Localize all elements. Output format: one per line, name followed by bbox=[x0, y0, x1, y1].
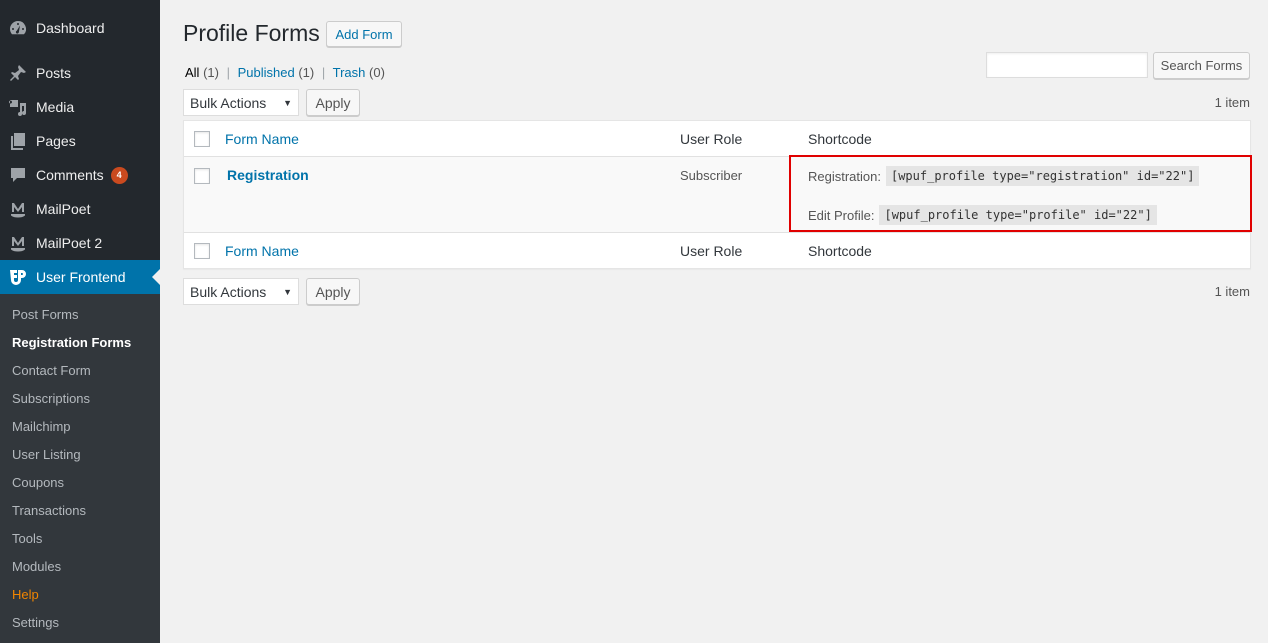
filter-trash-count: (0) bbox=[369, 65, 385, 80]
bulk-actions-select-bottom[interactable]: Bulk Actions ▼ bbox=[183, 278, 299, 305]
sidebar-item-label: MailPoet 2 bbox=[36, 235, 103, 251]
shortcode-code[interactable]: [wpuf_profile type="profile" id="22"] bbox=[879, 205, 1157, 225]
filter-all-count: (1) bbox=[203, 65, 219, 80]
sidebar-item-label: MailPoet bbox=[36, 201, 91, 217]
table-footer-row: Form Name User Role Shortcode bbox=[184, 233, 1250, 268]
submenu-contact-form[interactable]: Contact Form bbox=[12, 363, 91, 378]
row-checkbox[interactable] bbox=[194, 168, 210, 184]
dropdown-caret-icon: ▼ bbox=[283, 287, 292, 297]
items-count-bottom: 1 item bbox=[1214, 284, 1250, 299]
form-name-link[interactable]: Registration bbox=[227, 167, 309, 183]
select-all-checkbox[interactable] bbox=[194, 131, 210, 147]
pin-icon bbox=[0, 63, 36, 83]
add-form-button[interactable]: Add Form bbox=[326, 21, 402, 47]
search-forms-input[interactable] bbox=[986, 52, 1148, 78]
bulk-actions-value: Bulk Actions bbox=[190, 283, 267, 300]
bulk-actions-select-top[interactable]: Bulk Actions ▼ bbox=[183, 89, 299, 116]
filter-separator: | bbox=[226, 65, 230, 80]
shortcode-label: Edit Profile: bbox=[808, 207, 875, 223]
sidebar-item-media[interactable]: Media bbox=[0, 90, 160, 124]
submenu-help[interactable]: Help bbox=[12, 587, 39, 602]
main-content: Profile Forms Add Form All (1) | Publish… bbox=[160, 0, 1268, 643]
select-all-checkbox-bottom[interactable] bbox=[194, 243, 210, 259]
submenu-user-listing[interactable]: User Listing bbox=[12, 447, 81, 462]
sidebar-item-dashboard[interactable]: Dashboard bbox=[0, 11, 160, 45]
forms-table: Form Name User Role Shortcode Registrati… bbox=[183, 120, 1251, 269]
sidebar-item-mailpoet-2[interactable]: MailPoet 2 bbox=[0, 226, 160, 260]
table-row: Registration Subscriber Registration: [w… bbox=[184, 157, 1250, 233]
submenu-subscriptions[interactable]: Subscriptions bbox=[12, 391, 90, 406]
shortcode-edit-profile: Edit Profile: [wpuf_profile type="profil… bbox=[808, 205, 1157, 225]
sidebar-item-user-frontend[interactable]: User Frontend bbox=[0, 260, 160, 294]
submenu-registration-forms[interactable]: Registration Forms bbox=[12, 335, 131, 350]
shortcode-registration: Registration: [wpuf_profile type="regist… bbox=[808, 166, 1200, 186]
column-user-role: User Role bbox=[680, 243, 743, 259]
sidebar-item-label: Posts bbox=[36, 65, 72, 81]
sidebar-item-label: Dashboard bbox=[36, 20, 105, 36]
sidebar-item-label: Media bbox=[36, 99, 75, 115]
column-shortcode: Shortcode bbox=[808, 243, 872, 259]
comments-count-badge: 4 bbox=[110, 166, 128, 184]
shortcode-label: Registration: bbox=[808, 168, 881, 184]
filter-separator: | bbox=[321, 65, 326, 80]
user-role-value: Subscriber bbox=[680, 168, 743, 183]
submenu-tools[interactable]: Tools bbox=[12, 531, 42, 546]
sidebar-item-mailpoet[interactable]: MailPoet bbox=[0, 192, 160, 226]
submenu-transactions[interactable]: Transactions bbox=[12, 503, 86, 518]
column-shortcode: Shortcode bbox=[808, 131, 872, 147]
current-menu-arrow bbox=[152, 269, 160, 285]
sidebar-item-posts[interactable]: Posts bbox=[0, 56, 160, 90]
submenu-mailchimp[interactable]: Mailchimp bbox=[12, 419, 71, 434]
table-header-row: Form Name User Role Shortcode bbox=[184, 121, 1250, 157]
sidebar-item-label: User Frontend bbox=[36, 269, 126, 285]
user-frontend-icon bbox=[0, 267, 36, 287]
dashboard-icon bbox=[0, 18, 36, 38]
search-forms-button[interactable]: Search Forms bbox=[1153, 52, 1250, 79]
mailpoet-icon bbox=[0, 199, 36, 219]
apply-button-bottom[interactable]: Apply bbox=[306, 278, 360, 305]
filter-published-count: (1) bbox=[298, 65, 315, 80]
column-form-name[interactable]: Form Name bbox=[225, 131, 299, 147]
filter-all[interactable]: All bbox=[185, 65, 199, 80]
column-form-name[interactable]: Form Name bbox=[225, 243, 299, 259]
sidebar-item-pages[interactable]: Pages bbox=[0, 124, 160, 158]
admin-sidebar: Dashboard Posts Media Pages Comments 4 M… bbox=[0, 0, 160, 643]
sidebar-item-label: Comments bbox=[36, 167, 104, 183]
sidebar-item-label: Pages bbox=[36, 133, 76, 149]
status-filters: All (1) | Published (1) | Trash (0) bbox=[185, 65, 385, 80]
user-frontend-submenu: Post Forms Registration Forms Contact Fo… bbox=[0, 294, 160, 643]
apply-button-top[interactable]: Apply bbox=[306, 89, 360, 116]
items-count-top: 1 item bbox=[1214, 95, 1250, 110]
filter-trash[interactable]: Trash bbox=[333, 65, 366, 80]
column-user-role: User Role bbox=[680, 131, 743, 147]
dropdown-caret-icon: ▼ bbox=[283, 98, 292, 108]
submenu-coupons[interactable]: Coupons bbox=[12, 475, 64, 490]
comment-icon bbox=[0, 165, 36, 185]
mailpoet-icon bbox=[0, 233, 36, 253]
page-title: Profile Forms bbox=[183, 20, 320, 46]
submenu-settings[interactable]: Settings bbox=[12, 615, 59, 630]
pages-icon bbox=[0, 131, 36, 151]
bulk-actions-value: Bulk Actions bbox=[190, 94, 267, 111]
filter-published[interactable]: Published bbox=[238, 65, 295, 80]
submenu-modules[interactable]: Modules bbox=[12, 559, 61, 574]
media-icon bbox=[0, 97, 36, 117]
submenu-post-forms[interactable]: Post Forms bbox=[12, 307, 78, 322]
sidebar-item-comments[interactable]: Comments 4 bbox=[0, 158, 160, 192]
shortcode-code[interactable]: [wpuf_profile type="registration" id="22… bbox=[885, 166, 1200, 186]
